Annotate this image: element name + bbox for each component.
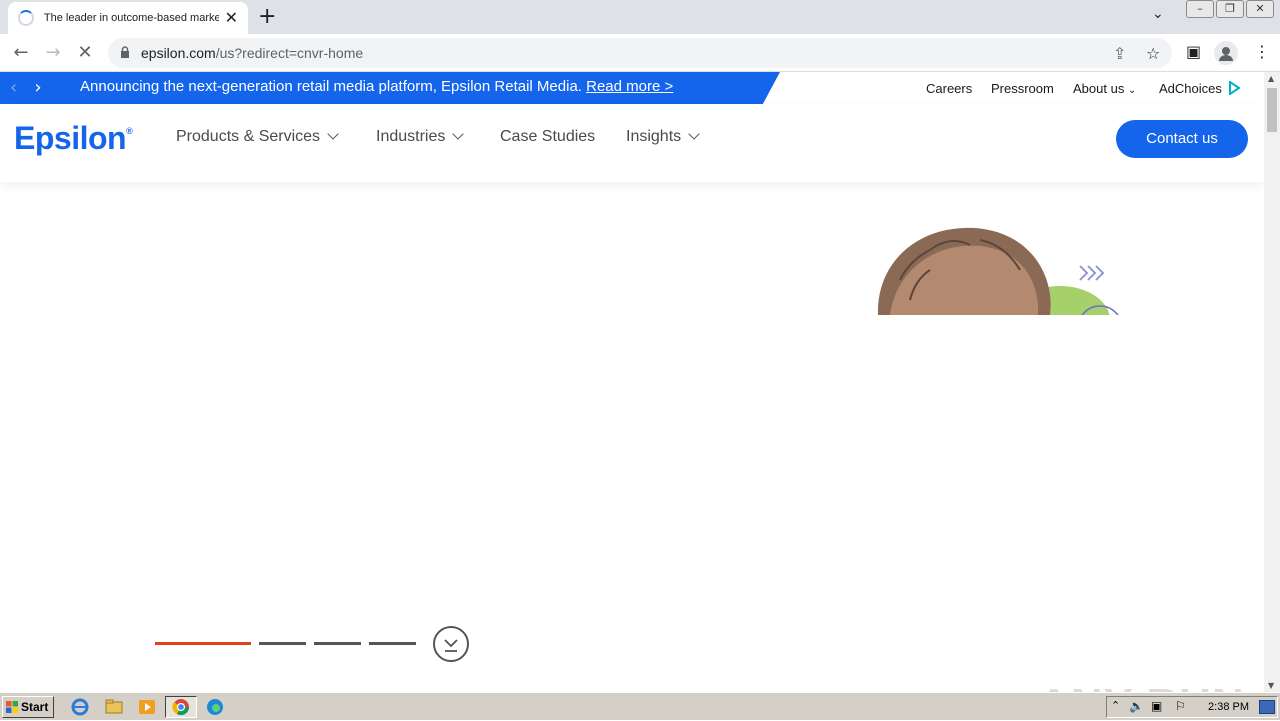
loading-spinner-icon: [18, 10, 34, 26]
web-page: ‹ › Announcing the next-generation retai…: [0, 72, 1264, 692]
file-explorer-icon[interactable]: [104, 697, 126, 717]
careers-link[interactable]: Careers: [926, 81, 972, 96]
media-player-icon[interactable]: [137, 697, 159, 717]
back-arrow-icon[interactable]: ←: [8, 40, 34, 66]
nav-case-studies[interactable]: Case Studies: [500, 128, 595, 146]
scroll-down-icon[interactable]: ▼: [1268, 681, 1274, 690]
arrow-down-icon: [444, 639, 458, 652]
hero-image: [870, 220, 1130, 315]
banner-prev-icon[interactable]: ‹: [10, 77, 17, 98]
new-tab-button[interactable]: +: [258, 4, 276, 30]
chrome-taskbar-icon[interactable]: [165, 696, 197, 718]
nav-industries[interactable]: Industries: [376, 128, 465, 146]
tab-search-chevron-icon[interactable]: ⌄: [1152, 6, 1164, 22]
tray-expand-icon[interactable]: ⌃: [1111, 699, 1120, 712]
chevron-down-icon: [327, 128, 339, 140]
chevron-down-icon: [688, 128, 700, 140]
chevron-down-icon: [452, 128, 465, 140]
side-panel-icon[interactable]: ▣: [1186, 42, 1201, 61]
main-navigation: Epsilon® Products & Services Industries …: [0, 104, 1264, 182]
bookmark-star-icon[interactable]: ☆: [1146, 44, 1160, 63]
banner-read-more-link[interactable]: Read more >: [586, 78, 673, 95]
browser-menu-icon[interactable]: ⋮: [1254, 42, 1270, 61]
about-us-menu[interactable]: About us ⌄: [1073, 81, 1136, 96]
epsilon-logo[interactable]: Epsilon®: [14, 120, 133, 157]
lock-icon: [121, 46, 129, 58]
carousel-indicator-4[interactable]: [369, 642, 416, 645]
announcement-banner: ‹ › Announcing the next-generation retai…: [0, 72, 780, 104]
adchoices-link[interactable]: AdChoices: [1159, 80, 1241, 96]
start-button[interactable]: Start: [2, 696, 54, 718]
forward-arrow-icon[interactable]: →: [40, 40, 66, 66]
tab-close-icon[interactable]: ✕: [225, 10, 238, 26]
carousel-indicator-2[interactable]: [259, 642, 306, 645]
stop-loading-icon[interactable]: ✕: [72, 40, 98, 66]
internet-explorer-icon[interactable]: [70, 697, 92, 717]
share-icon[interactable]: ⇪: [1113, 44, 1126, 63]
scrollbar-thumb[interactable]: [1267, 88, 1277, 132]
anyrun-watermark: ANY RUN: [1038, 680, 1245, 692]
nav-products-services[interactable]: Products & Services: [176, 128, 339, 146]
taskbar-clock[interactable]: 2:38 PM: [1208, 701, 1249, 713]
action-center-flag-icon[interactable]: ⚐: [1175, 699, 1186, 713]
edge-browser-icon[interactable]: [205, 697, 227, 717]
about-chevron-down-icon: ⌄: [1127, 85, 1137, 96]
url-text: epsilon.com/us?redirect=cnvr-home: [141, 45, 364, 61]
banner-carousel-arrows: ‹ ›: [10, 77, 42, 98]
profile-avatar-icon[interactable]: [1214, 41, 1238, 65]
close-window-button[interactable]: ✕: [1246, 0, 1274, 18]
scroll-down-button[interactable]: [433, 626, 469, 662]
nav-insights[interactable]: Insights: [626, 128, 700, 146]
pressroom-link[interactable]: Pressroom: [991, 81, 1054, 96]
window-controls: – ❐ ✕: [1186, 0, 1274, 18]
restore-button[interactable]: ❐: [1216, 0, 1244, 18]
system-tray: ⌃ 🔈 ▣ ⚐ 2:38 PM: [1106, 696, 1278, 718]
page-scrollbar[interactable]: ▲ ▼: [1264, 72, 1280, 692]
browser-toolbar: ← → ✕ epsilon.com/us?redirect=cnvr-home …: [0, 34, 1280, 72]
browser-tab[interactable]: The leader in outcome-based marketing ✕: [8, 2, 248, 34]
browser-tab-strip: The leader in outcome-based marketing ✕ …: [0, 0, 1280, 34]
volume-icon[interactable]: 🔈: [1129, 699, 1144, 713]
banner-message: Announcing the next-generation retail me…: [80, 78, 674, 95]
contact-us-button[interactable]: Contact us: [1116, 120, 1248, 158]
carousel-indicator-1[interactable]: [155, 642, 251, 645]
carousel-indicator-3[interactable]: [314, 642, 361, 645]
tab-title: The leader in outcome-based marketing: [43, 12, 219, 24]
show-desktop-icon[interactable]: [1259, 700, 1275, 714]
scroll-up-icon[interactable]: ▲: [1268, 74, 1274, 83]
network-icon[interactable]: ▣: [1151, 699, 1162, 713]
minimize-button[interactable]: –: [1186, 0, 1214, 18]
address-bar[interactable]: epsilon.com/us?redirect=cnvr-home ⇪ ☆: [108, 38, 1172, 68]
banner-next-icon[interactable]: ›: [34, 77, 41, 98]
windows-taskbar: Start ⌃ 🔈 ▣ ⚐ 2:38 PM: [0, 692, 1280, 720]
adchoices-icon: [1228, 80, 1241, 96]
windows-flag-icon: [6, 701, 18, 713]
